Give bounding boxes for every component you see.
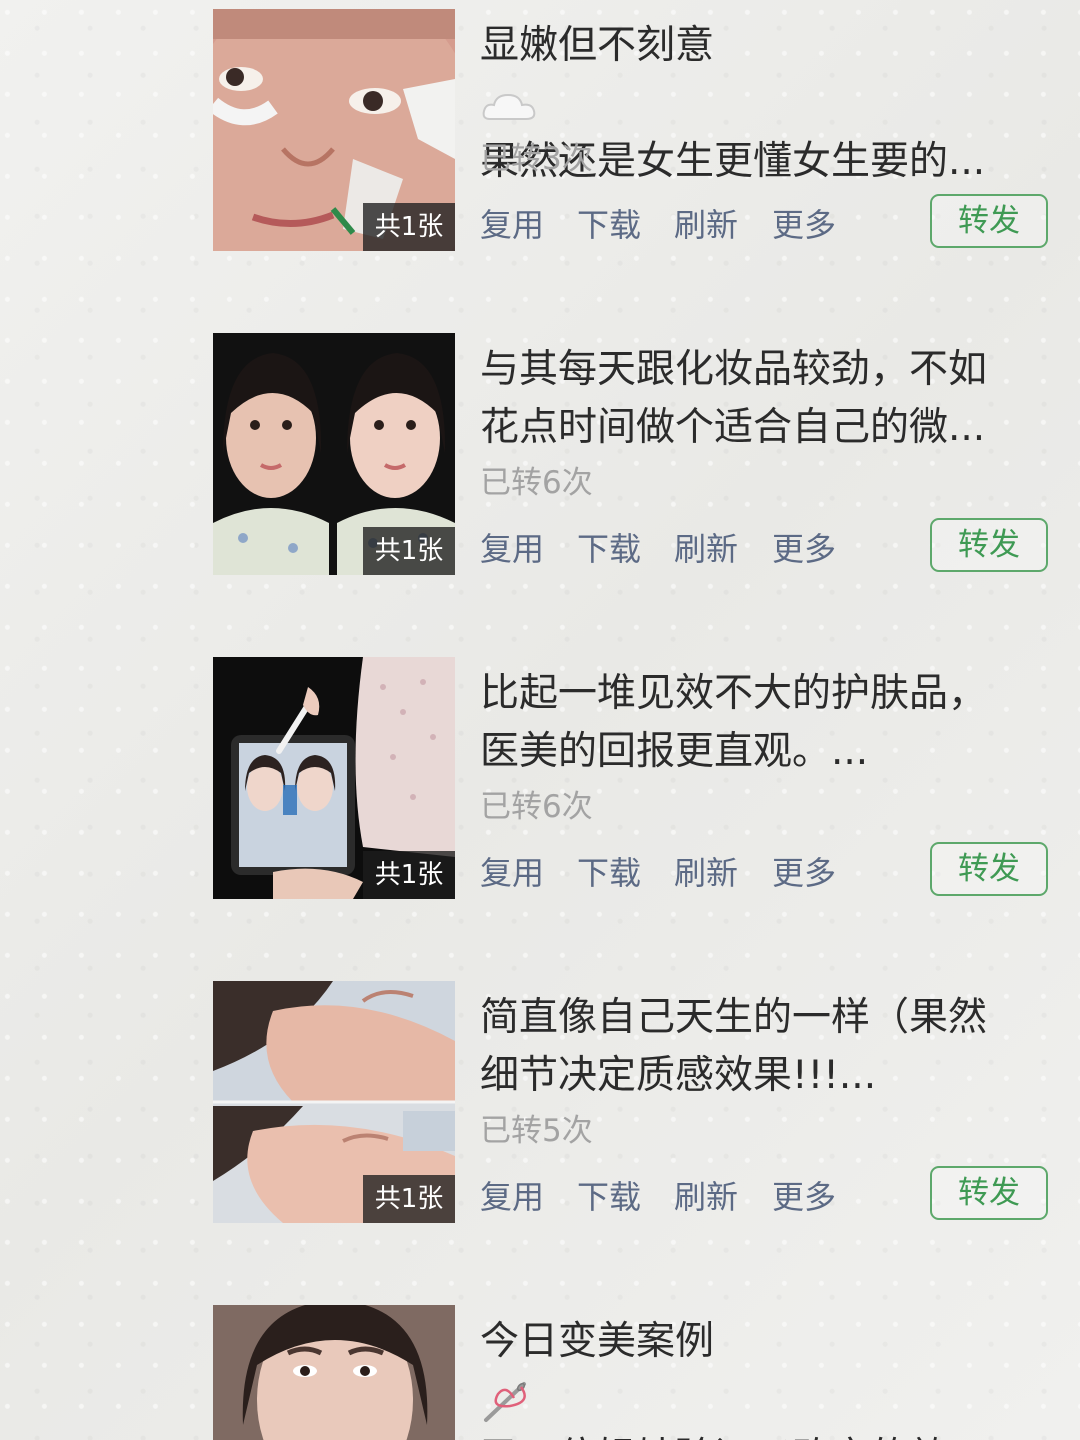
share-count: 已转6次 xyxy=(480,465,593,501)
reuse-button[interactable]: 复用 xyxy=(480,527,544,571)
post-title[interactable]: 简直像自己天生的一样（果然 细节决定质感效果!!!... xyxy=(480,989,1052,1105)
refresh-button[interactable]: 刷新 xyxy=(674,203,738,247)
title-line-1: 今日变美案例 xyxy=(480,1319,715,1364)
post-card[interactable]: 共1张 与其每天跟化妆品较劲，不如 花点时间做个适合自己的微... 已转6次 复… xyxy=(213,333,1063,575)
title-line-1: 比起一堆见效不大的护肤品， xyxy=(480,671,988,716)
title-line-1: 显嫩但不刻意 xyxy=(480,23,715,68)
post-title[interactable]: 与其每天跟化妆品较劲，不如 花点时间做个适合自己的微... xyxy=(480,341,1052,457)
share-count: 已转5次 xyxy=(480,1113,593,1149)
post-card[interactable]: 今日变美案例 又一位姐妹验证了改变的效... xyxy=(213,1305,1063,1440)
share-count: 已转6次 xyxy=(480,789,593,825)
face-front-image xyxy=(213,1305,455,1440)
reuse-button[interactable]: 复用 xyxy=(480,1175,544,1219)
post-card[interactable]: 共1张 显嫩但不刻意 果然还是女生更懂女生要的... 已转3次 复用 下载 刷新… xyxy=(213,9,1063,251)
cloud-icon xyxy=(482,93,536,120)
more-button[interactable]: 更多 xyxy=(772,203,836,247)
post-thumbnail[interactable]: 共1张 xyxy=(213,657,455,899)
image-count-badge: 共1张 xyxy=(363,203,455,251)
refresh-button[interactable]: 刷新 xyxy=(674,527,738,571)
post-card[interactable]: 共1张 比起一堆见效不大的护肤品， 医美的回报更直观。... 已转6次 复用 下… xyxy=(213,657,1063,899)
share-count: 已转3次 xyxy=(480,141,593,177)
post-title[interactable]: 今日变美案例 又一位姐妹验证了改变的效... xyxy=(480,1313,1052,1440)
more-button[interactable]: 更多 xyxy=(772,1175,836,1219)
image-count-badge: 共1张 xyxy=(363,527,455,575)
image-count-badge: 共1张 xyxy=(363,1175,455,1223)
title-line-2: 医美的回报更直观。... xyxy=(480,729,869,774)
more-button[interactable]: 更多 xyxy=(772,851,836,895)
post-thumbnail[interactable]: 共1张 xyxy=(213,981,455,1223)
forward-button[interactable]: 转发 xyxy=(930,1166,1048,1220)
forward-button[interactable]: 转发 xyxy=(930,194,1048,248)
title-line-2: 细节决定质感效果!!!... xyxy=(480,1053,877,1098)
download-button[interactable]: 下载 xyxy=(577,851,641,895)
needle-thread-icon xyxy=(484,1381,526,1422)
reuse-button[interactable]: 复用 xyxy=(480,203,544,247)
post-title[interactable]: 比起一堆见效不大的护肤品， 医美的回报更直观。... xyxy=(480,665,1052,781)
post-thumbnail[interactable]: 共1张 xyxy=(213,9,455,251)
title-line-1: 与其每天跟化妆品较劲，不如 xyxy=(480,347,988,392)
download-button[interactable]: 下载 xyxy=(577,527,641,571)
title-line-2: 又一位姐妹验证了改变的效... xyxy=(480,1429,1052,1440)
refresh-button[interactable]: 刷新 xyxy=(674,1175,738,1219)
forward-button[interactable]: 转发 xyxy=(930,518,1048,572)
post-thumbnail[interactable] xyxy=(213,1305,455,1440)
more-button[interactable]: 更多 xyxy=(772,527,836,571)
title-line-1: 简直像自己天生的一样（果然 xyxy=(480,995,988,1040)
reuse-button[interactable]: 复用 xyxy=(480,851,544,895)
refresh-button[interactable]: 刷新 xyxy=(674,851,738,895)
download-button[interactable]: 下载 xyxy=(577,1175,641,1219)
title-line-2: 花点时间做个适合自己的微... xyxy=(480,405,986,450)
post-thumbnail[interactable]: 共1张 xyxy=(213,333,455,575)
forward-button[interactable]: 转发 xyxy=(930,842,1048,896)
download-button[interactable]: 下载 xyxy=(577,203,641,247)
post-card[interactable]: 共1张 简直像自己天生的一样（果然 细节决定质感效果!!!... 已转5次 复用… xyxy=(213,981,1063,1223)
image-count-badge: 共1张 xyxy=(363,851,455,899)
